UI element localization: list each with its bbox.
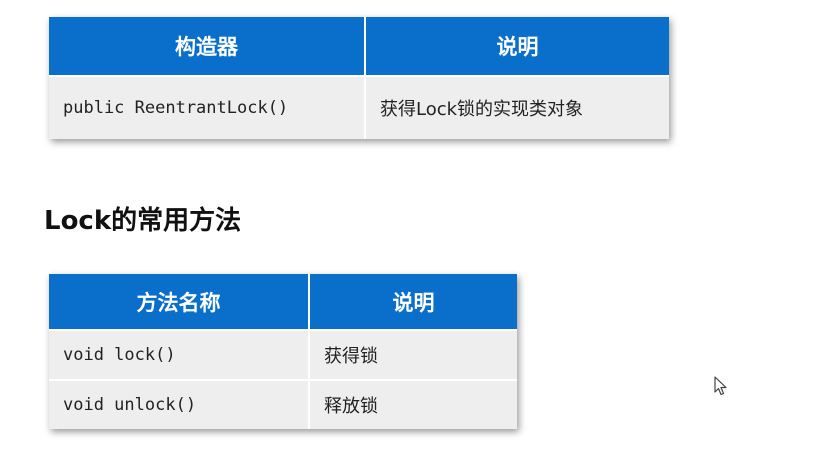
constructor-signature-cell: public ReentrantLock() [49,75,366,139]
method-table: 方法名称 说明 void lock() 获得锁 void unlock() 释放… [49,274,517,429]
column-header-description: 说明 [365,17,669,76]
method-description-cell: 释放锁 [309,379,517,429]
method-description-cell: 获得锁 [309,329,517,380]
table-row: void lock() 获得锁 [49,329,517,380]
column-header-method-name: 方法名称 [49,274,310,330]
constructor-table: 构造器 说明 public ReentrantLock() 获得Lock锁的实现… [49,17,669,139]
mouse-cursor-icon [714,376,727,396]
method-signature-cell: void lock() [49,329,310,380]
method-signature-cell: void unlock() [49,379,310,429]
section-title: Lock的常用方法 [44,206,242,236]
table-row: void unlock() 释放锁 [49,379,517,429]
column-header-description: 说明 [309,274,517,330]
constructor-description-cell: 获得Lock锁的实现类对象 [365,75,669,139]
table-header-row: 构造器 说明 [49,17,669,76]
column-header-constructor: 构造器 [49,17,366,76]
table-header-row: 方法名称 说明 [49,274,517,330]
page: 构造器 说明 public ReentrantLock() 获得Lock锁的实现… [0,0,835,455]
table-row: public ReentrantLock() 获得Lock锁的实现类对象 [49,75,669,139]
